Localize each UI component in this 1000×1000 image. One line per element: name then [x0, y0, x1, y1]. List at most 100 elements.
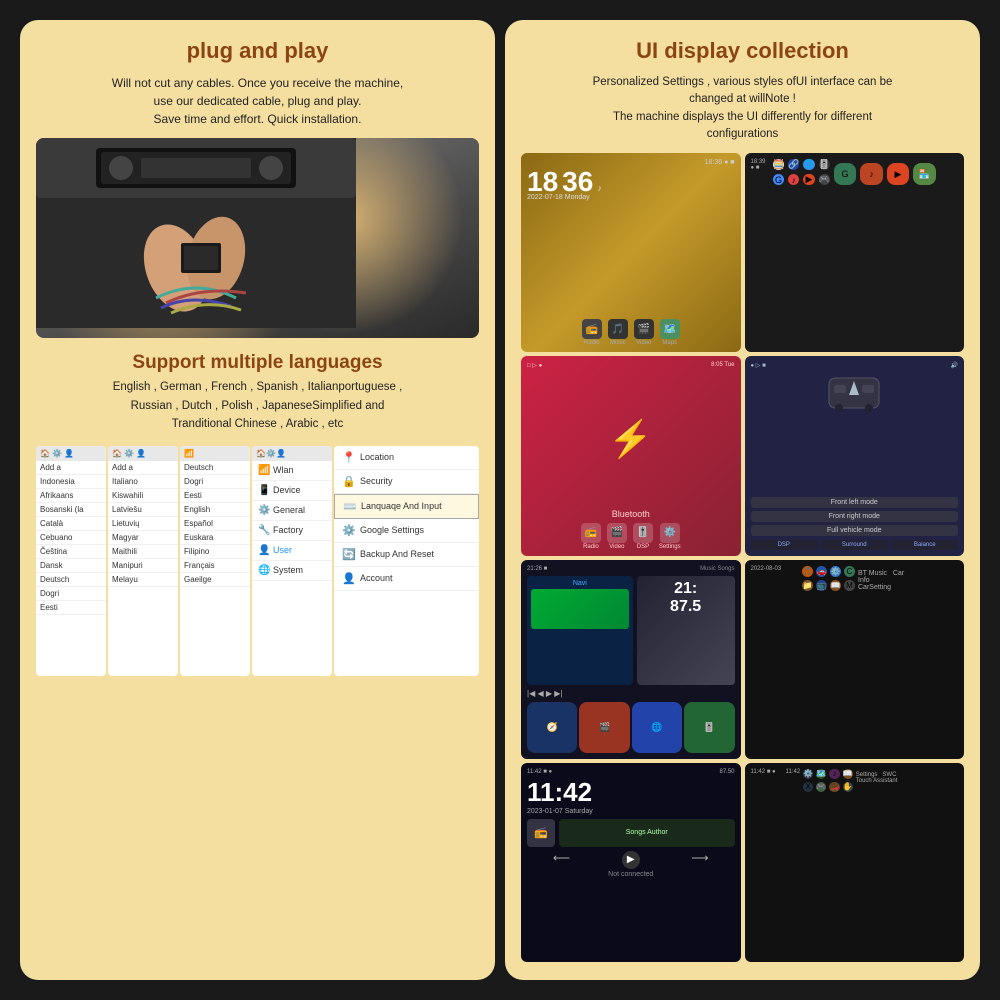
front-right-mode[interactable]: Front right mode: [751, 511, 959, 522]
menu-item-wlan[interactable]: 📶 Wlan: [252, 461, 332, 481]
ui-cell-5: 21:26 ■ Music Songs Navi 21:87.5 |◀: [521, 560, 741, 759]
lang-list-2: 🏠⚙️👤 Add a Italiano Kiswahili Latviešu L…: [108, 446, 178, 676]
settings-google[interactable]: ⚙️ Google Settings: [334, 519, 479, 543]
cell7-radio-icon: 📻: [527, 819, 555, 847]
bt-dsp: 🎚️: [633, 523, 653, 543]
ui-cell-3: □ ▷ ●8:05 Tue ⚡ Bluetooth 📻 Radio 🎬 Vide…: [521, 356, 741, 555]
plug-body: Will not cut any cables. Once you receiv…: [36, 74, 479, 128]
settings-backup[interactable]: 🔄 Backup And Reset: [334, 543, 479, 567]
music-panel: 21:87.5: [637, 576, 735, 686]
settings-language[interactable]: ⌨️ Lanquaqe And Input: [334, 494, 479, 519]
app-equalizer: 🎚️: [819, 159, 830, 170]
ui-cell-4: ● ▷ ■🔊 Front left mode Front right mode: [745, 356, 965, 555]
settings-security[interactable]: 🔒 Security: [334, 470, 479, 494]
lang-list-header-2: 🏠⚙️👤: [108, 446, 178, 461]
app-carinfo: 🚗: [816, 566, 827, 577]
cell7-music: Songs Author: [559, 819, 735, 847]
bt-video: 🎬: [607, 523, 627, 543]
account-icon: 👤: [342, 572, 356, 585]
app-navi: 🧭: [527, 702, 577, 752]
app-maps2: 🗺️: [816, 769, 826, 779]
app-more: M: [844, 580, 855, 591]
navi-panel: Navi: [527, 576, 633, 686]
languages-body: English , German , French , Spanish , It…: [36, 378, 479, 433]
app-carlink: 🔗: [788, 159, 799, 170]
ui-collection-body: Personalized Settings , various styles o…: [521, 74, 964, 143]
maps-icon: 🗺️: [660, 319, 680, 339]
app-btmusic: 🎵: [802, 566, 813, 577]
app-opguide: 📖: [843, 769, 853, 779]
wlan-icon: 📶: [258, 465, 270, 476]
languages-section: Support multiple languages English , Ger…: [36, 352, 479, 433]
app-x: X: [803, 782, 813, 792]
radio-icon: 📻: [582, 319, 602, 339]
ui-collection-title: UI display collection: [521, 38, 964, 64]
app-carsetting: ⚙️: [830, 566, 841, 577]
menu-item-general[interactable]: ⚙️ General: [252, 501, 332, 521]
menu-panel: 🏠⚙️👤 📶 Wlan 📱 Device ⚙️ General 🔧 Factor…: [252, 446, 332, 676]
cell5-apps: 🧭 🎬 🌐 🎚️: [527, 702, 735, 752]
app-g2: G: [834, 163, 856, 185]
dsp-bottom: DSP Surround Balance: [751, 540, 959, 550]
ui-cell-7: 11:42 ■ ●87.50 11:42 2023-01-07 Saturday…: [521, 763, 741, 962]
languages-title: Support multiple languages: [36, 352, 479, 374]
device-icon: 📱: [258, 485, 270, 496]
music-icon: 🎵: [608, 319, 628, 339]
car-diagram: [824, 373, 884, 413]
ui-cell-1: 18:36 ● ■ 18 36 ♪ 2022-07-18 Monday 📻 Ra…: [521, 153, 741, 352]
dsp-btn[interactable]: DSP: [751, 540, 818, 550]
bt-radio: 📻: [581, 523, 601, 543]
app-settings2: ⚙️: [803, 769, 813, 779]
app-swc: 🎮: [819, 174, 830, 185]
app-wheel: 🏎️: [829, 782, 839, 792]
app-dsp-eq: 🎚️: [684, 702, 734, 752]
backup-icon: 🔄: [342, 548, 356, 561]
bluetooth-icon: ⚡: [608, 418, 653, 460]
plug-title: plug and play: [36, 38, 479, 64]
app-play2: ▶: [887, 163, 909, 185]
bt-settings: ⚙️: [660, 523, 680, 543]
security-icon: 🔒: [342, 475, 356, 488]
app-chrome2: 🌐: [632, 702, 682, 752]
app-fileexplorer: 📁: [802, 580, 813, 591]
surround-btn[interactable]: Surround: [821, 540, 888, 550]
dsp-modes: Front left mode Front right mode Full ve…: [751, 497, 959, 536]
left-panel: plug and play Will not cut any cables. O…: [20, 20, 495, 980]
app-videoplayer: 🎬: [579, 702, 629, 752]
location-icon: 📍: [342, 451, 356, 464]
right-panel: UI display collection Personalized Setti…: [505, 20, 980, 980]
cell7-time: 11:42: [527, 777, 735, 808]
lang-item: Add a: [36, 461, 106, 475]
app-grid: 🧮 🔗 🌐 🎚️ G ♪ ▶ 🎮: [773, 159, 830, 185]
settings-location[interactable]: 📍 Location: [334, 446, 479, 470]
app-music2: ♪: [860, 163, 882, 185]
system-icon: 🌐: [258, 565, 270, 576]
settings-mockup: 🏠⚙️👤 Add a Indonesia Afrikaans Bosanski …: [36, 446, 479, 676]
menu-item-factory[interactable]: 🔧 Factory: [252, 521, 332, 541]
app-calculator: 🧮: [773, 159, 784, 170]
video-icon: 🎬: [634, 319, 654, 339]
ui-grid: 18:36 ● ■ 18 36 ♪ 2022-07-18 Monday 📻 Ra…: [521, 153, 964, 962]
general-icon: ⚙️: [258, 505, 270, 516]
cell1-bottom: 📻 Radio 🎵 Music 🎬 Video 🗺️ Maps: [527, 319, 735, 346]
main-container: plug and play Will not cut any cables. O…: [10, 10, 990, 990]
app-ch: C: [844, 566, 855, 577]
front-left-mode[interactable]: Front left mode: [751, 497, 959, 508]
car-image: [36, 138, 479, 338]
google-icon: ⚙️: [342, 524, 356, 537]
full-vehicle-mode[interactable]: Full vehicle mode: [751, 525, 959, 536]
settings-account[interactable]: 👤 Account: [334, 567, 479, 591]
ui-cell-6: 2022-08-03 🎵 🚗 ⚙️ C 📁 📺 📖 M BT Music Car…: [745, 560, 965, 759]
lang-list-1: 🏠⚙️👤 Add a Indonesia Afrikaans Bosanski …: [36, 446, 106, 676]
app-swc2: 🎮: [816, 782, 826, 792]
user-icon: 👤: [258, 545, 270, 556]
balance-btn[interactable]: Balance: [892, 540, 959, 550]
menu-item-device[interactable]: 📱 Device: [252, 481, 332, 501]
menu-item-user[interactable]: 👤 User: [252, 541, 332, 561]
menu-item-system[interactable]: 🌐 System: [252, 561, 332, 581]
app-musicplayer2: ♪: [829, 769, 839, 779]
app-instructions: 📖: [830, 580, 841, 591]
lang-list-header-1: 🏠⚙️👤: [36, 446, 106, 461]
lang-list-3: 📶 Deutsch Dogri Eesti English Español Eu…: [180, 446, 250, 676]
app-musicplayer: ♪: [788, 174, 799, 185]
